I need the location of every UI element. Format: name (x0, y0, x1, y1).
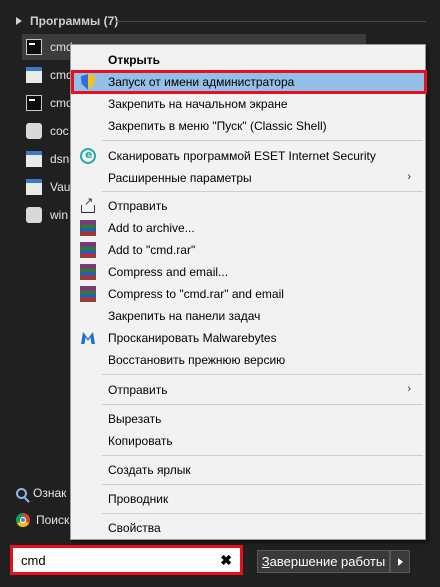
malwarebytes-icon (80, 330, 96, 346)
menu-item-label: Сканировать программой ESET Internet Sec… (108, 149, 376, 163)
menu-item-properties[interactable]: Свойства (71, 517, 425, 539)
menu-item-label: Создать ярлык (108, 463, 191, 477)
menu-separator (102, 374, 423, 375)
submenu-arrow-icon: › (407, 171, 411, 183)
window-icon (26, 151, 42, 167)
menu-separator (102, 513, 423, 514)
menu-item-malwarebytes[interactable]: Просканировать Malwarebytes (71, 327, 425, 349)
winrar-icon (80, 264, 96, 280)
menu-item-label: Compress to "cmd.rar" and email (108, 287, 284, 301)
menu-separator (102, 191, 423, 192)
menu-item-label: Свойства (108, 521, 161, 535)
window-icon (26, 67, 42, 83)
search-icon (16, 487, 27, 499)
menu-item-label: Compress and email... (108, 265, 229, 279)
menu-item-label: Открыть (108, 53, 161, 67)
menu-item-advanced[interactable]: Расширенные параметры › (71, 167, 425, 189)
winrar-icon (80, 242, 96, 258)
expand-triangle-icon (16, 17, 22, 25)
program-label: win (50, 208, 69, 222)
menu-separator (102, 484, 423, 485)
winrar-icon (80, 220, 96, 236)
eset-icon (80, 148, 96, 164)
menu-item-run-as-admin[interactable]: Запуск от имени администратора (71, 70, 427, 94)
menu-item-explorer[interactable]: Проводник (71, 488, 425, 510)
shutdown-accel: З (261, 554, 270, 569)
submenu-arrow-icon: › (407, 383, 411, 395)
menu-item-label: Закрепить на начальном экране (108, 97, 288, 111)
chrome-icon (16, 513, 30, 527)
menu-item-share[interactable]: Отправить (71, 195, 425, 217)
shutdown-options-button[interactable] (390, 550, 410, 573)
share-icon (80, 195, 96, 214)
menu-item-add-cmd-rar[interactable]: Add to "cmd.rar" (71, 239, 425, 261)
shutdown-button[interactable]: Завершение работы (257, 550, 390, 573)
shield-icon (80, 74, 96, 90)
program-label: coc (50, 124, 69, 138)
menu-item-label: Закрепить в меню "Пуск" (Classic Shell) (108, 119, 327, 133)
menu-separator (102, 140, 423, 141)
menu-item-create-shortcut[interactable]: Создать ярлык (71, 459, 425, 481)
menu-item-add-archive[interactable]: Add to archive... (71, 217, 425, 239)
menu-item-restore-version[interactable]: Восстановить прежнюю версию (71, 349, 425, 371)
menu-item-copy[interactable]: Копировать (71, 430, 425, 452)
menu-item-pin-start[interactable]: Закрепить на начальном экране (71, 93, 425, 115)
window-icon (26, 179, 42, 195)
menu-item-label: Add to archive... (108, 221, 195, 235)
menu-separator (102, 404, 423, 405)
menu-item-label: Отправить (108, 199, 168, 213)
cmd-icon (26, 39, 42, 55)
menu-item-label: Проводник (108, 492, 169, 506)
programs-group-label: Программы (7) (30, 14, 119, 28)
menu-item-compress-email[interactable]: Compress and email... (71, 261, 425, 283)
shutdown-label: авершение работы (269, 554, 386, 569)
search-result-label: Ознак (33, 486, 67, 500)
gear-icon (26, 207, 42, 223)
menu-item-label: Запуск от имени администратора (108, 75, 295, 89)
menu-item-pin-classic-shell[interactable]: Закрепить в меню "Пуск" (Classic Shell) (71, 115, 425, 137)
menu-item-cut[interactable]: Вырезать (71, 408, 425, 430)
clear-search-icon[interactable]: ✖ (220, 552, 232, 569)
search-box[interactable]: ✖ (10, 545, 243, 575)
menu-item-label: Расширенные параметры (108, 171, 252, 185)
programs-group-header[interactable]: Программы (7) (16, 13, 118, 29)
context-menu: Открыть Запуск от имени администратора З… (70, 44, 427, 540)
menu-item-eset-scan[interactable]: Сканировать программой ESET Internet Sec… (71, 145, 425, 167)
gear-icon (26, 123, 42, 139)
menu-item-label: Просканировать Malwarebytes (108, 331, 277, 345)
cmd-tool-icon (26, 95, 42, 111)
menu-separator (102, 455, 423, 456)
search-result-label: Поиск (36, 513, 70, 527)
menu-item-compress-cmd-email[interactable]: Compress to "cmd.rar" and email (71, 283, 425, 305)
menu-item-label: Закрепить на панели задач (108, 309, 261, 323)
menu-item-open[interactable]: Открыть (71, 49, 425, 71)
search-input[interactable] (21, 552, 221, 568)
program-label: dsn (50, 152, 70, 166)
chevron-right-icon (397, 557, 403, 566)
menu-item-label: Add to "cmd.rar" (108, 243, 196, 257)
menu-item-label: Восстановить прежнюю версию (108, 353, 286, 367)
menu-item-send-to[interactable]: Отправить › (71, 379, 425, 401)
menu-item-label: Вырезать (108, 412, 162, 426)
group-divider (115, 21, 426, 22)
menu-item-pin-taskbar[interactable]: Закрепить на панели задач (71, 305, 425, 327)
menu-item-label: Копировать (108, 434, 173, 448)
winrar-icon (80, 286, 96, 302)
program-label: Vau (50, 180, 71, 194)
menu-item-label: Отправить (108, 383, 168, 397)
